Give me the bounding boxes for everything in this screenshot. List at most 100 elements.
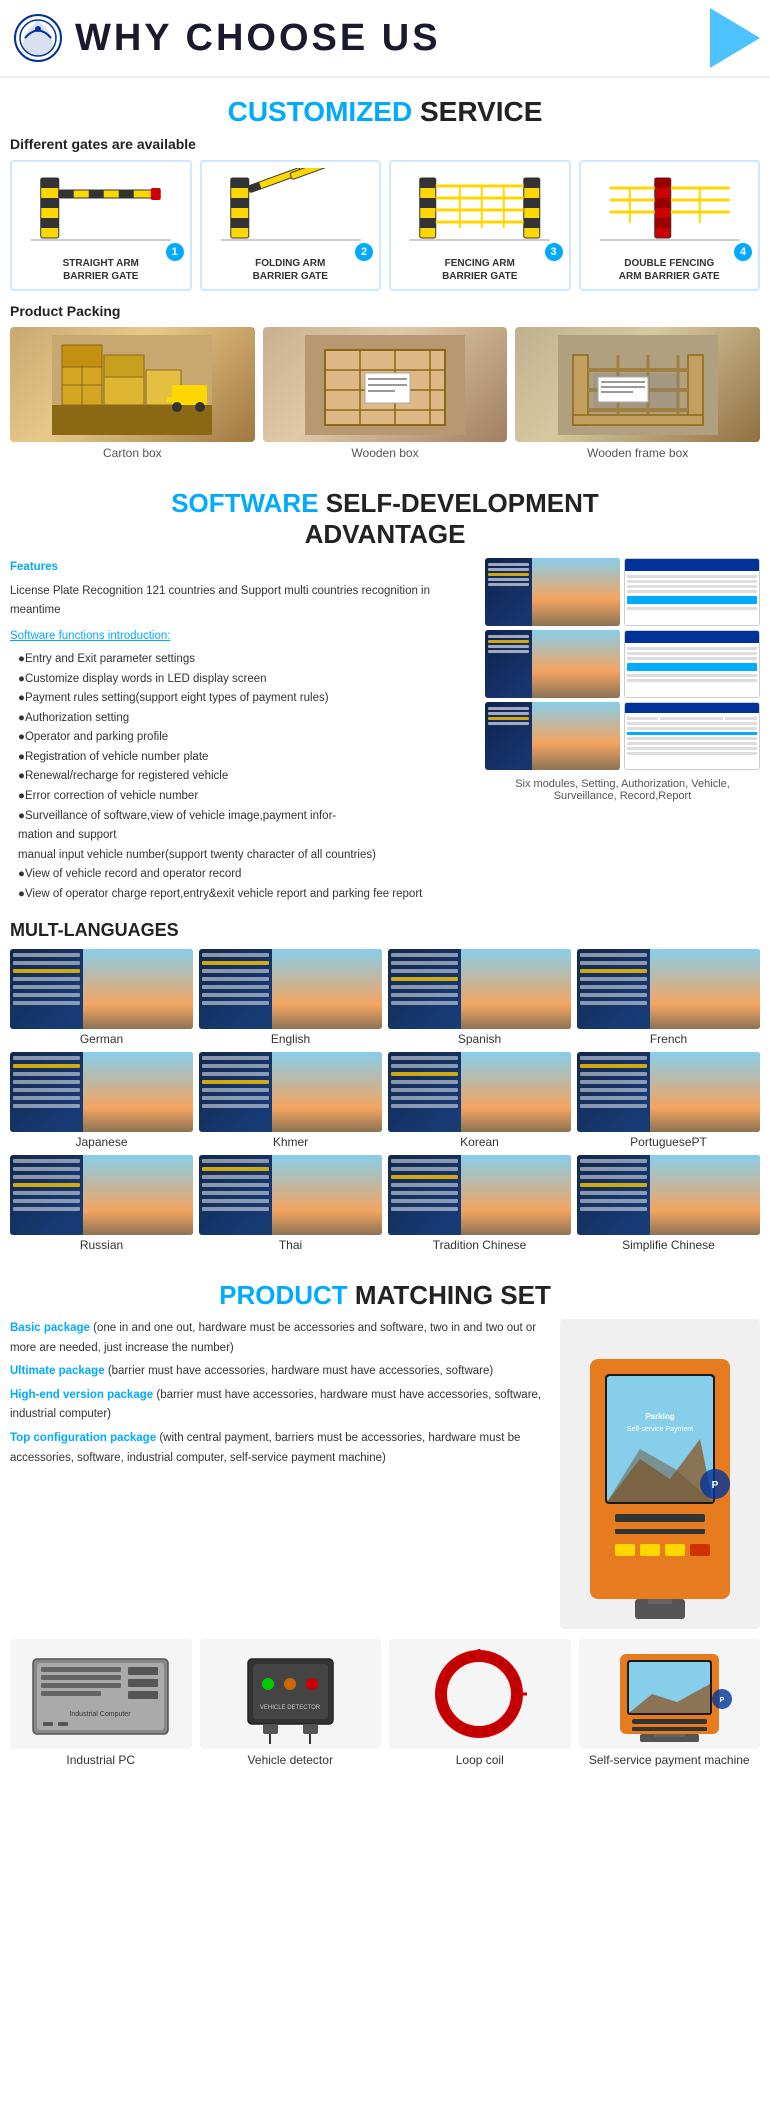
hw-box-vehicle-detector: VEHICLE DETECTOR (200, 1639, 382, 1749)
software-title-colored: SOFTWARE (171, 488, 318, 518)
packing-label-carton: Carton box (10, 446, 255, 460)
top-package-title: Top configuration package (10, 1432, 156, 1444)
basic-package: Basic package (one in and one out, hardw… (10, 1319, 550, 1358)
screen-row-1 (485, 558, 760, 626)
svg-text:Industrial Computer: Industrial Computer (70, 1711, 132, 1718)
functions-title: Software functions introduction: (10, 627, 473, 647)
page-header: WHY CHOOSE US (0, 0, 770, 78)
lang-label-spanish: Spanish (388, 1032, 571, 1046)
hw-box-payment-machine: P (579, 1639, 761, 1749)
packing-label-wooden: Wooden box (263, 446, 508, 460)
highend-package-title: High-end version package (10, 1389, 153, 1401)
customized-service-section: Different gates are available 1 ST (0, 136, 770, 470)
lang-label-japanese: Japanese (10, 1135, 193, 1149)
lang-label-russian: Russian (10, 1238, 193, 1252)
gates-grid: 1 STRAIGHT ARMBARRIER GATE 2 FOLDING ARM… (10, 160, 760, 291)
hw-label-loop-coil: Loop coil (389, 1753, 571, 1767)
function-item-5: ●Operator and parking profile (18, 728, 473, 748)
hw-label-payment-machine: Self-service payment machine (579, 1753, 761, 1767)
lang-label-thai: Thai (199, 1238, 382, 1252)
features-title: Features (10, 558, 473, 578)
product-packages: Basic package (one in and one out, hardw… (10, 1319, 550, 1629)
ultimate-package-desc: (barrier must have accessories, hardware… (108, 1365, 493, 1377)
highend-package: High-end version package (barrier must h… (10, 1386, 550, 1425)
lang-item-korean: Korean (388, 1052, 571, 1149)
lang-item-french: French (577, 949, 760, 1046)
top-package: Top configuration package (with central … (10, 1429, 550, 1468)
gate-label-3: FENCING ARMBARRIER GATE (397, 257, 563, 283)
features-intro: License Plate Recognition 121 countries … (10, 582, 473, 621)
customized-service-title: CUSTOMIZED SERVICE (0, 78, 770, 136)
function-item-1: ●Entry and Exit parameter settings (18, 650, 473, 670)
gate-item-4: 4 DOUBLE FENCINGARM BARRIER GATE (579, 160, 761, 291)
hw-box-loop-coil (389, 1639, 571, 1749)
function-item-7: ●Renewal/recharge for registered vehicle (18, 767, 473, 787)
gate-item-1: 1 STRAIGHT ARMBARRIER GATE (10, 160, 192, 291)
product-machine: Parking Self-service Payment P (560, 1319, 760, 1629)
machine-box: Parking Self-service Payment P (560, 1319, 760, 1629)
lang-item-thai: Thai (199, 1155, 382, 1252)
gate-label-4: DOUBLE FENCINGARM BARRIER GATE (587, 257, 753, 283)
ultimate-package: Ultimate package (barrier must have acce… (10, 1362, 550, 1382)
lang-item-spanish: Spanish (388, 949, 571, 1046)
lang-item-japanese: Japanese (10, 1052, 193, 1149)
lang-item-tradition-chinese: Tradition Chinese (388, 1155, 571, 1252)
gate-label-2: FOLDING ARMBARRIER GATE (208, 257, 374, 283)
screen-3 (485, 630, 620, 698)
screen-row-2 (485, 630, 760, 698)
gates-label: Different gates are available (10, 136, 760, 152)
ultimate-package-title: Ultimate package (10, 1365, 105, 1377)
product-content: Basic package (one in and one out, hardw… (0, 1319, 770, 1639)
software-screens: Six modules, Setting, Authorization, Veh… (485, 558, 760, 904)
function-item-6: ●Registration of vehicle number plate (18, 748, 473, 768)
hw-item-payment-machine: P Self-service payment machine (579, 1639, 761, 1767)
product-section-title: PRODUCT MATCHING SET (0, 1262, 770, 1319)
lang-label-german: German (10, 1032, 193, 1046)
screen-6 (624, 702, 761, 770)
packing-item-frame: Wooden frame box (515, 327, 760, 460)
gate-num-3: 3 (545, 243, 563, 261)
product-title-normal: MATCHING SET (348, 1280, 551, 1310)
logo (10, 11, 65, 66)
lang-label-english: English (199, 1032, 382, 1046)
software-section-title: SOFTWARE SELF-DEVELOPMENTADVANTAGE (0, 470, 770, 558)
hw-label-vehicle-detector: Vehicle detector (200, 1753, 382, 1767)
svg-text:P: P (712, 1480, 719, 1491)
lang-item-english: English (199, 949, 382, 1046)
function-item-9c: manual input vehicle number(support twen… (18, 846, 473, 866)
lang-item-simplifie-chinese: Simplifie Chinese (577, 1155, 760, 1252)
lang-label-simplifie-chinese: Simplifie Chinese (577, 1238, 760, 1252)
screen-row-3 (485, 702, 760, 770)
software-content: Features License Plate Recognition 121 c… (0, 558, 770, 920)
screen-2 (624, 558, 761, 626)
hw-label-industrial-pc: Industrial PC (10, 1753, 192, 1767)
lang-label-korean: Korean (388, 1135, 571, 1149)
gate-item-2: 2 FOLDING ARMBARRIER GATE (200, 160, 382, 291)
screen-1 (485, 558, 620, 626)
packing-grid: Carton box (10, 327, 760, 460)
gate-num-1: 1 (166, 243, 184, 261)
hardware-grid: Industrial Computer Industrial PC (0, 1639, 770, 1787)
gate-num-2: 2 (355, 243, 373, 261)
software-features-text: Features License Plate Recognition 121 c… (10, 558, 473, 904)
svg-text:Parking: Parking (645, 1412, 674, 1421)
hw-item-industrial-pc: Industrial Computer Industrial PC (10, 1639, 192, 1767)
lang-label-khmer: Khmer (199, 1135, 382, 1149)
header-title: WHY CHOOSE US (75, 17, 441, 60)
lang-label-tradition-chinese: Tradition Chinese (388, 1238, 571, 1252)
function-item-4: ●Authorization setting (18, 709, 473, 729)
lang-item-portuguesept: PortuguesePT (577, 1052, 760, 1149)
lang-label-french: French (577, 1032, 760, 1046)
function-item-9b: mation and support (18, 826, 473, 846)
gate-item-3: 3 FENCING ARMBARRIER GATE (389, 160, 571, 291)
gate-num-4: 4 (734, 243, 752, 261)
function-item-2: ●Customize display words in LED display … (18, 670, 473, 690)
svg-text:P: P (719, 1697, 724, 1704)
gate-label-1: STRAIGHT ARMBARRIER GATE (18, 257, 184, 283)
lang-item-german: German (10, 949, 193, 1046)
product-title-colored: PRODUCT (219, 1280, 348, 1310)
screens-caption: Six modules, Setting, Authorization, Veh… (485, 778, 760, 802)
packing-label: Product Packing (10, 303, 760, 319)
languages-grid: German English Spanish French Japanese K… (10, 949, 760, 1252)
screen-4 (624, 630, 761, 698)
